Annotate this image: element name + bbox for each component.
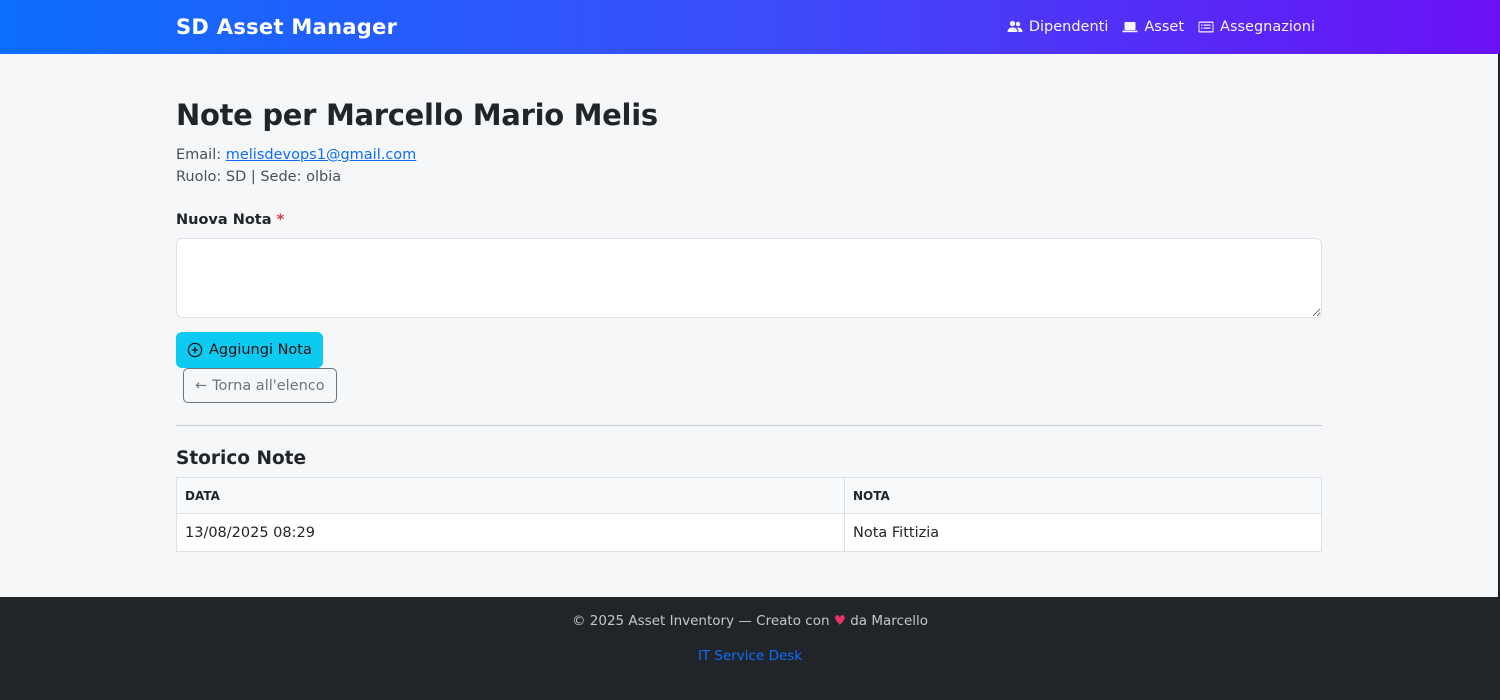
- column-header-data: Data: [176, 477, 845, 514]
- navbar: SD Asset Manager Dipendenti Asset Assegn…: [0, 0, 1500, 54]
- required-mark: *: [276, 212, 285, 228]
- page-title: Note per Marcello Mario Melis: [176, 98, 658, 132]
- note-label-text: Nuova Nota: [176, 212, 272, 228]
- nav-link-label: Assegnazioni: [1220, 19, 1315, 35]
- plus-circle-icon: [187, 342, 203, 358]
- employee-meta: Email: melisdevops1@gmail.com Ruolo: SD …: [176, 144, 1322, 188]
- credit-suffix: da Marcello: [850, 613, 929, 629]
- people-icon: [1007, 20, 1023, 32]
- nav-link-dipendenti[interactable]: Dipendenti: [1007, 19, 1109, 35]
- history-title: Storico Note: [176, 448, 307, 469]
- divider: [176, 425, 1322, 426]
- heart-icon: ♥: [833, 613, 846, 629]
- nav-link-label: Dipendenti: [1028, 19, 1109, 35]
- credit-prefix: © 2025 Asset Inventory — Creato con: [571, 613, 830, 629]
- nav-link-label: Asset: [1144, 19, 1185, 35]
- note-textarea[interactable]: [176, 238, 1322, 318]
- nav-link-asset[interactable]: Asset: [1122, 19, 1184, 35]
- back-to-list-button[interactable]: ← Torna all'elenco: [183, 368, 337, 403]
- brand-link[interactable]: SD Asset Manager: [176, 15, 397, 39]
- it-service-desk-link[interactable]: IT Service Desk: [698, 648, 802, 664]
- table-header-row: Data Nota: [176, 477, 1322, 514]
- email-link[interactable]: melisdevops1@gmail.com: [226, 147, 417, 163]
- table-row: 13/08/2025 08:29 Nota Fittizia: [176, 513, 1322, 552]
- add-note-button[interactable]: Aggiungi Nota: [176, 332, 323, 368]
- notes-table: Data Nota 13/08/2025 08:29 Nota Fittizia: [176, 477, 1322, 552]
- role-line: Ruolo: SD | Sede: olbia: [176, 169, 342, 185]
- nav-link-assegnazioni[interactable]: Assegnazioni: [1198, 19, 1315, 35]
- footer: © 2025 Asset Inventory — Creato con ♥ da…: [0, 597, 1500, 700]
- nav-links: Dipendenti Asset Assegnazioni: [1007, 19, 1315, 35]
- add-note-label: Aggiungi Nota: [209, 342, 312, 358]
- back-label: Torna all'elenco: [212, 377, 325, 394]
- arrow-left-icon: ←: [195, 377, 208, 394]
- footer-credit: © 2025 Asset Inventory — Creato con ♥ da…: [0, 613, 1500, 629]
- note-date: 13/08/2025 08:29: [176, 513, 845, 552]
- email-label: Email:: [176, 147, 226, 163]
- main-content: Note per Marcello Mario Melis Email: mel…: [176, 54, 1322, 552]
- laptop-icon: [1122, 22, 1138, 33]
- card-list-icon: [1198, 21, 1214, 33]
- note-text: Nota Fittizia: [844, 513, 1322, 552]
- email-line: Email: melisdevops1@gmail.com: [176, 144, 1322, 166]
- column-header-nota: Nota: [844, 477, 1322, 514]
- note-field-label: Nuova Nota *: [176, 212, 1322, 228]
